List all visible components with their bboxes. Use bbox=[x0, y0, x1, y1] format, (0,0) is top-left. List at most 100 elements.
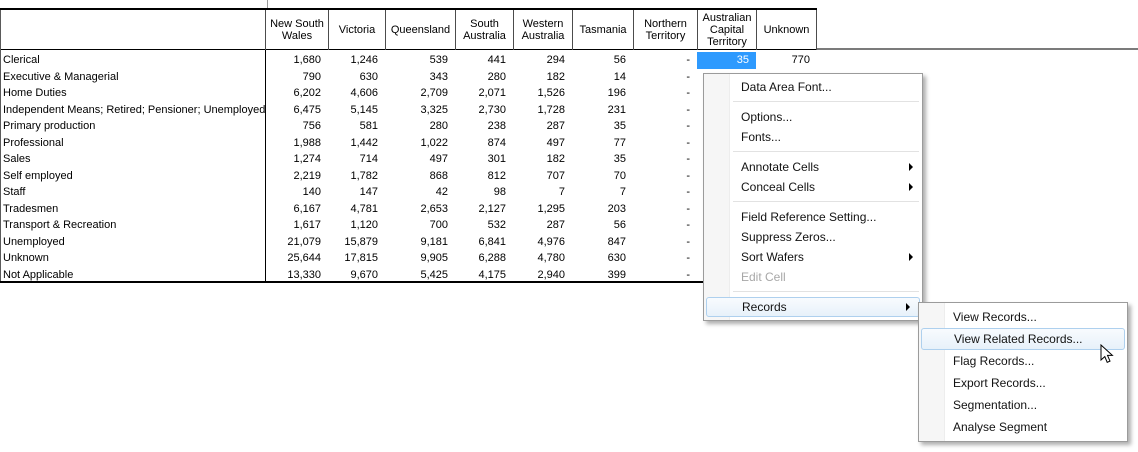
data-cell[interactable]: 707 bbox=[513, 168, 572, 185]
data-cell[interactable]: 714 bbox=[328, 151, 385, 168]
data-cell[interactable]: 4,175 bbox=[455, 267, 513, 284]
data-cell[interactable]: 1,988 bbox=[265, 135, 328, 152]
menu-item-suppress-zeros[interactable]: Suppress Zeros... bbox=[704, 227, 922, 247]
data-cell[interactable]: - bbox=[633, 168, 697, 185]
data-cell[interactable]: - bbox=[633, 118, 697, 135]
data-cell[interactable]: 14 bbox=[572, 69, 633, 86]
data-cell[interactable]: 399 bbox=[572, 267, 633, 284]
menu-item-segmentation[interactable]: Segmentation... bbox=[919, 394, 1127, 416]
data-cell[interactable]: - bbox=[633, 184, 697, 201]
data-cell[interactable]: 581 bbox=[328, 118, 385, 135]
data-cell[interactable]: 1,728 bbox=[513, 102, 572, 119]
row-header[interactable]: Home Duties bbox=[0, 85, 265, 102]
data-cell[interactable]: 868 bbox=[385, 168, 455, 185]
data-cell[interactable]: - bbox=[633, 102, 697, 119]
menu-item-sort-wafers[interactable]: Sort Wafers bbox=[704, 247, 922, 267]
row-header[interactable]: Unemployed bbox=[0, 234, 265, 251]
data-cell[interactable]: - bbox=[633, 135, 697, 152]
data-cell[interactable]: 196 bbox=[572, 85, 633, 102]
data-cell[interactable]: 1,782 bbox=[328, 168, 385, 185]
data-cell[interactable]: 7 bbox=[572, 184, 633, 201]
menu-item-data-area-font[interactable]: Data Area Font... bbox=[704, 77, 922, 97]
data-cell[interactable]: 4,606 bbox=[328, 85, 385, 102]
data-cell[interactable]: 630 bbox=[572, 250, 633, 267]
data-cell[interactable]: 301 bbox=[455, 151, 513, 168]
data-cell[interactable]: 9,181 bbox=[385, 234, 455, 251]
data-cell[interactable]: 56 bbox=[572, 52, 633, 69]
data-cell[interactable]: - bbox=[633, 69, 697, 86]
data-cell[interactable]: 1,295 bbox=[513, 201, 572, 218]
row-header[interactable]: Clerical bbox=[0, 52, 265, 69]
data-cell[interactable]: 9,905 bbox=[385, 250, 455, 267]
data-cell[interactable]: 280 bbox=[455, 69, 513, 86]
data-cell[interactable]: 539 bbox=[385, 52, 455, 69]
menu-item-records[interactable]: Records bbox=[706, 297, 920, 317]
data-cell[interactable]: - bbox=[633, 151, 697, 168]
data-cell[interactable]: 441 bbox=[455, 52, 513, 69]
menu-item-export-records[interactable]: Export Records... bbox=[919, 372, 1127, 394]
data-cell[interactable]: 182 bbox=[513, 151, 572, 168]
data-cell[interactable]: 3,325 bbox=[385, 102, 455, 119]
row-header[interactable]: Sales bbox=[0, 151, 265, 168]
column-header[interactable]: Unknown bbox=[756, 10, 817, 50]
data-cell[interactable]: 770 bbox=[756, 52, 817, 69]
column-header[interactable]: New South Wales bbox=[265, 10, 328, 50]
column-header[interactable]: Western Australia bbox=[513, 10, 572, 50]
data-cell[interactable]: 5,145 bbox=[328, 102, 385, 119]
row-header[interactable]: Transport & Recreation bbox=[0, 217, 265, 234]
data-cell[interactable]: 1,442 bbox=[328, 135, 385, 152]
data-cell[interactable]: 630 bbox=[328, 69, 385, 86]
data-cell[interactable]: 497 bbox=[513, 135, 572, 152]
data-cell[interactable]: 70 bbox=[572, 168, 633, 185]
data-cell[interactable]: 4,976 bbox=[513, 234, 572, 251]
row-header[interactable]: Unknown bbox=[0, 250, 265, 267]
data-cell[interactable]: - bbox=[633, 85, 697, 102]
column-header[interactable]: Victoria bbox=[328, 10, 385, 50]
data-cell[interactable]: 287 bbox=[513, 118, 572, 135]
data-cell[interactable]: 6,167 bbox=[265, 201, 328, 218]
data-cell[interactable]: - bbox=[633, 52, 697, 69]
menu-item-options[interactable]: Options... bbox=[704, 107, 922, 127]
data-cell[interactable]: 147 bbox=[328, 184, 385, 201]
data-cell[interactable]: 6,475 bbox=[265, 102, 328, 119]
data-cell[interactable]: 13,330 bbox=[265, 267, 328, 284]
column-header[interactable]: Australian Capital Territory bbox=[697, 10, 756, 50]
menu-item-view-related-records[interactable]: View Related Records... bbox=[921, 328, 1125, 350]
data-cell[interactable]: 15,879 bbox=[328, 234, 385, 251]
data-cell[interactable]: 1,617 bbox=[265, 217, 328, 234]
data-cell[interactable]: 1,526 bbox=[513, 85, 572, 102]
menu-item-fonts[interactable]: Fonts... bbox=[704, 127, 922, 147]
data-cell[interactable]: 294 bbox=[513, 52, 572, 69]
row-header[interactable]: Not Applicable bbox=[0, 267, 265, 284]
data-cell[interactable]: 2,730 bbox=[455, 102, 513, 119]
data-cell[interactable]: 1,120 bbox=[328, 217, 385, 234]
data-cell[interactable]: 700 bbox=[385, 217, 455, 234]
data-cell[interactable]: 17,815 bbox=[328, 250, 385, 267]
data-cell[interactable]: 1,022 bbox=[385, 135, 455, 152]
row-header[interactable]: Self employed bbox=[0, 168, 265, 185]
row-header[interactable]: Staff bbox=[0, 184, 265, 201]
selected-cell[interactable]: 35 bbox=[697, 52, 756, 69]
data-cell[interactable]: 238 bbox=[455, 118, 513, 135]
data-cell[interactable]: 2,653 bbox=[385, 201, 455, 218]
data-cell[interactable]: - bbox=[633, 217, 697, 234]
column-header[interactable]: Tasmania bbox=[572, 10, 633, 50]
data-cell[interactable]: 231 bbox=[572, 102, 633, 119]
menu-item-conceal-cells[interactable]: Conceal Cells bbox=[704, 177, 922, 197]
data-cell[interactable]: 4,780 bbox=[513, 250, 572, 267]
data-cell[interactable]: 182 bbox=[513, 69, 572, 86]
data-cell[interactable]: 35 bbox=[572, 118, 633, 135]
column-header[interactable]: Queensland bbox=[385, 10, 455, 50]
data-cell[interactable]: 98 bbox=[455, 184, 513, 201]
data-cell[interactable]: - bbox=[633, 267, 697, 284]
data-cell[interactable]: - bbox=[633, 201, 697, 218]
data-cell[interactable]: 1,680 bbox=[265, 52, 328, 69]
column-header[interactable]: Northern Territory bbox=[633, 10, 697, 50]
data-cell[interactable]: 1,274 bbox=[265, 151, 328, 168]
menu-item-analyse-segment[interactable]: Analyse Segment bbox=[919, 416, 1127, 438]
data-cell[interactable]: 343 bbox=[385, 69, 455, 86]
column-header[interactable]: South Australia bbox=[455, 10, 513, 50]
data-cell[interactable]: 2,940 bbox=[513, 267, 572, 284]
data-cell[interactable]: 812 bbox=[455, 168, 513, 185]
data-cell[interactable]: 532 bbox=[455, 217, 513, 234]
